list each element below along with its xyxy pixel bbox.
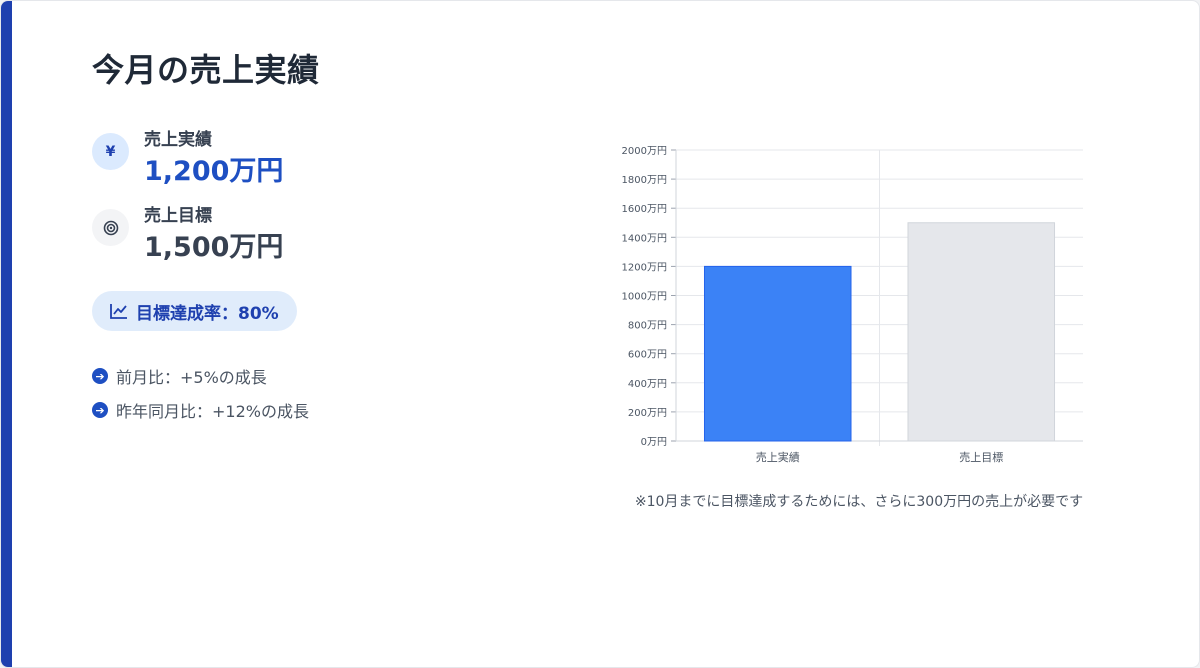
achievement-rate-text: 目標達成率：80%	[136, 303, 279, 324]
arrow-right-circle-icon: ➔	[92, 368, 108, 384]
sales-target-label: 売上目標	[144, 206, 212, 226]
sales-actual-value: 1,200万円	[144, 156, 284, 187]
yen-icon: ¥	[92, 133, 129, 170]
y-tick-label: 200万円	[628, 408, 667, 419]
growth-notes: ➔ 前月比：+5%の成長 ➔ 昨年同月比：+12%の成長	[92, 364, 309, 432]
chart-svg: 0万円 200万円 400万円 600万円 800万円 1000万円 1200万円 1400万…	[622, 146, 1083, 464]
y-tick-label: 2000万円	[622, 146, 667, 157]
target-icon-graphic	[103, 220, 118, 235]
page-title: 今月の売上実績	[92, 51, 320, 89]
x-tick-label: 売上実績	[756, 450, 800, 464]
bar-sales-actual	[703, 265, 852, 442]
y-tick-label: 1200万円	[622, 262, 667, 273]
y-tick-label: 800万円	[628, 321, 667, 332]
target-icon	[92, 209, 129, 246]
sales-actual-label: 売上実績	[144, 130, 212, 150]
note-mom-growth: ➔ 前月比：+5%の成長	[92, 364, 309, 388]
chart-footnote: ※10月までに目標達成するためには、さらに300万円の売上が必要です	[634, 494, 1084, 510]
note-yoy-growth: ➔ 昨年同月比：+12%の成長	[92, 398, 309, 422]
note-mom-growth-text: 前月比：+5%の成長	[116, 368, 267, 387]
y-tick-label: 1800万円	[622, 175, 667, 186]
note-yoy-growth-text: 昨年同月比：+12%の成長	[116, 402, 309, 421]
y-tick-label: 0万円	[641, 437, 667, 448]
bar-sales-target	[907, 222, 1056, 442]
sales-target-value: 1,500万円	[144, 232, 284, 263]
y-tick-label: 400万円	[628, 379, 667, 390]
arrow-right-circle-icon: ➔	[92, 402, 108, 418]
y-tick-label: 600万円	[628, 350, 667, 361]
y-tick-label: 1600万円	[622, 204, 667, 215]
x-tick-label: 売上目標	[959, 450, 1003, 464]
sales-report-card: 今月の売上実績 ¥ 売上実績 1,200万円 売上目標 1,500万円 目標達成…	[0, 0, 1200, 668]
y-tick-label: 1400万円	[622, 233, 667, 244]
y-tick-label: 1000万円	[622, 292, 667, 303]
sales-bar-chart: 0万円 200万円 400万円 600万円 800万円 1000万円 1200万円 1400万…	[601, 131, 1121, 471]
trend-chart-icon	[110, 304, 127, 319]
accent-bar	[1, 1, 12, 667]
achievement-rate-badge: 目標達成率：80%	[92, 291, 297, 331]
